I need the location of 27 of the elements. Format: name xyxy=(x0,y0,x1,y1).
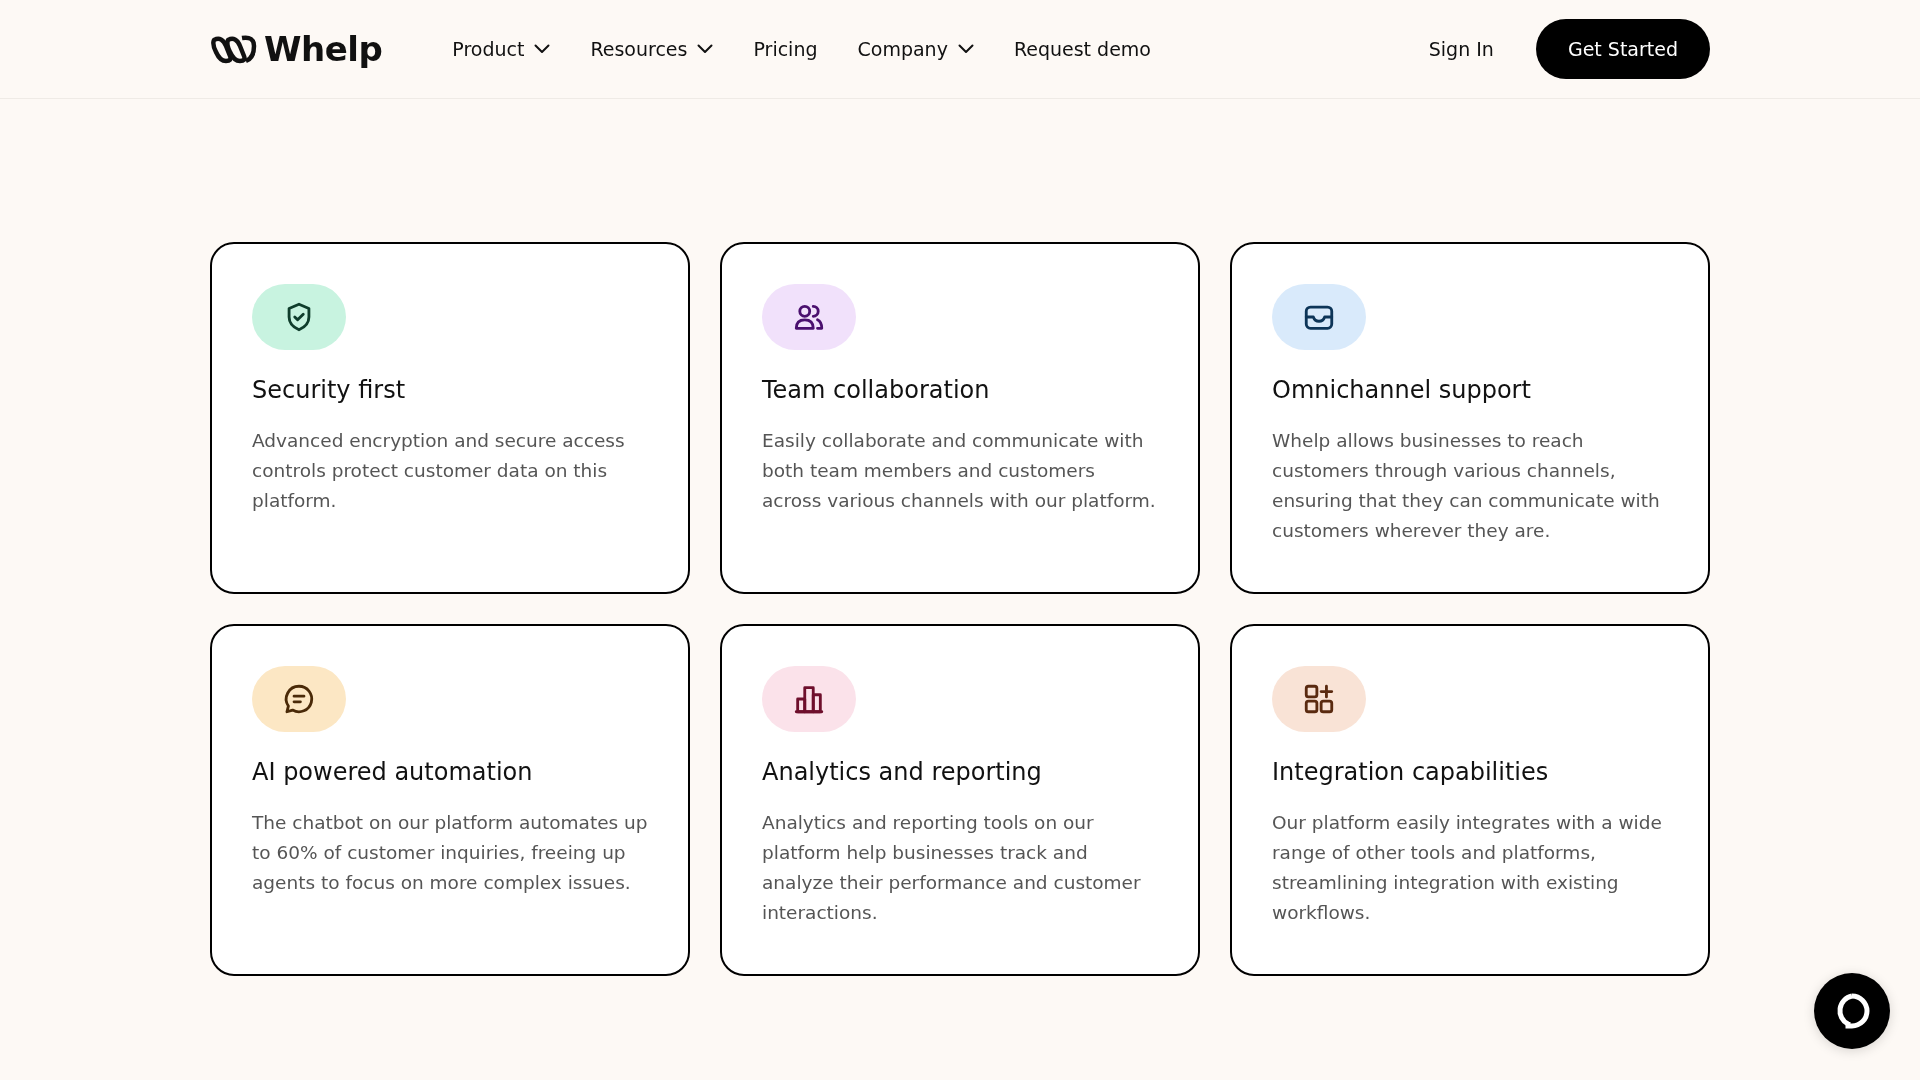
card-title: Analytics and reporting xyxy=(762,758,1043,786)
nav-link[interactable]: Pricing xyxy=(753,38,818,60)
card-title: Integration capabilities xyxy=(1272,758,1550,786)
logo-link[interactable]: Whelp xyxy=(210,29,383,69)
grid-plus-icon xyxy=(1302,682,1336,716)
card-title: Omnichannel support xyxy=(1272,376,1532,404)
card-title: AI powered automation xyxy=(252,758,534,786)
card-description: Easily collaborate and communicate with both team members and customers across various channels with our platform. xyxy=(762,429,1157,513)
card-description: The chatbot on our platform automates up to 60% of customer inquiries, freeing up agents to focus on more complex issues. xyxy=(252,811,648,895)
nav-dropdown[interactable]: Company xyxy=(857,38,974,60)
card-description: Our platform easily integrates with a wide range of other tools and platforms, streamlining integration with existing workflows. xyxy=(1272,811,1663,925)
chat-button[interactable] xyxy=(1814,973,1890,1049)
card-title: Team collaboration xyxy=(762,376,991,404)
speech-bubble-icon xyxy=(282,682,316,716)
card-description: Analytics and reporting tools on our platform help businesses track and analyze their performance and customer interactions. xyxy=(762,811,1142,925)
card-description: Whelp allows businesses to reach customers through various channels, ensuring that they can communicate with customers wherever they are. xyxy=(1272,429,1661,543)
chevron-down-icon xyxy=(957,44,974,54)
nav-dropdown[interactable]: Resources xyxy=(590,38,714,60)
chevron-down-icon xyxy=(534,44,551,54)
sign-in-link[interactable]: Sign In xyxy=(1428,38,1494,60)
nav-dropdown[interactable]: Product xyxy=(452,38,551,60)
chevron-down-icon xyxy=(697,44,714,54)
nav-link[interactable]: Request demo xyxy=(1013,38,1151,60)
logo-icon xyxy=(210,34,258,64)
card-title: Security first xyxy=(252,376,407,404)
get-started-button[interactable]: Get Started xyxy=(1535,19,1710,79)
card-description: Advanced encryption and secure access controls protect customer data on this platform. xyxy=(252,429,626,513)
